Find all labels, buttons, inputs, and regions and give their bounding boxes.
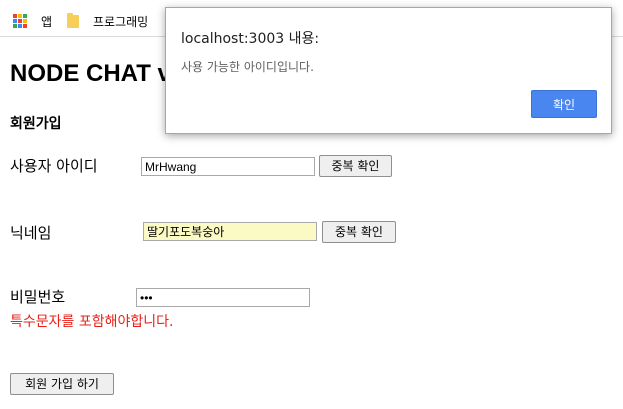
bookmark-folder-programming[interactable]: 프로그래밍 — [93, 13, 148, 30]
dialog-ok-button[interactable]: 확인 — [531, 90, 597, 118]
user-id-input[interactable] — [141, 157, 315, 176]
user-id-check-button[interactable]: 중복 확인 — [319, 155, 392, 177]
apps-dot — [13, 24, 17, 28]
dialog-message: 사용 가능한 아이디입니다. — [181, 60, 314, 74]
apps-grid-icon[interactable] — [13, 14, 27, 28]
nickname-input[interactable] — [143, 222, 317, 241]
apps-dot — [18, 19, 22, 23]
password-warning: 특수문자를 포함해야합니다. — [10, 314, 174, 330]
page-title: NODE CHAT v — [10, 60, 171, 87]
bookmark-apps-label[interactable]: 앱 — [41, 13, 52, 30]
password-input[interactable] — [136, 288, 310, 307]
apps-dot — [13, 19, 17, 23]
apps-dot — [23, 14, 27, 18]
apps-dot — [13, 14, 17, 18]
nickname-label: 닉네임 — [10, 224, 52, 242]
alert-dialog: localhost:3003 내용: 사용 가능한 아이디입니다. 확인 — [165, 7, 612, 134]
apps-dot — [18, 24, 22, 28]
apps-dot — [18, 14, 22, 18]
apps-dot — [23, 24, 27, 28]
apps-dot — [23, 19, 27, 23]
signup-button[interactable]: 회원 가입 하기 — [10, 373, 114, 395]
dialog-title: localhost:3003 내용: — [181, 31, 320, 47]
user-id-label: 사용자 아이디 — [10, 157, 98, 175]
nickname-check-button[interactable]: 중복 확인 — [322, 221, 396, 243]
password-label: 비밀번호 — [10, 288, 66, 306]
folder-icon[interactable] — [67, 13, 79, 28]
section-title: 회원가입 — [10, 116, 62, 132]
